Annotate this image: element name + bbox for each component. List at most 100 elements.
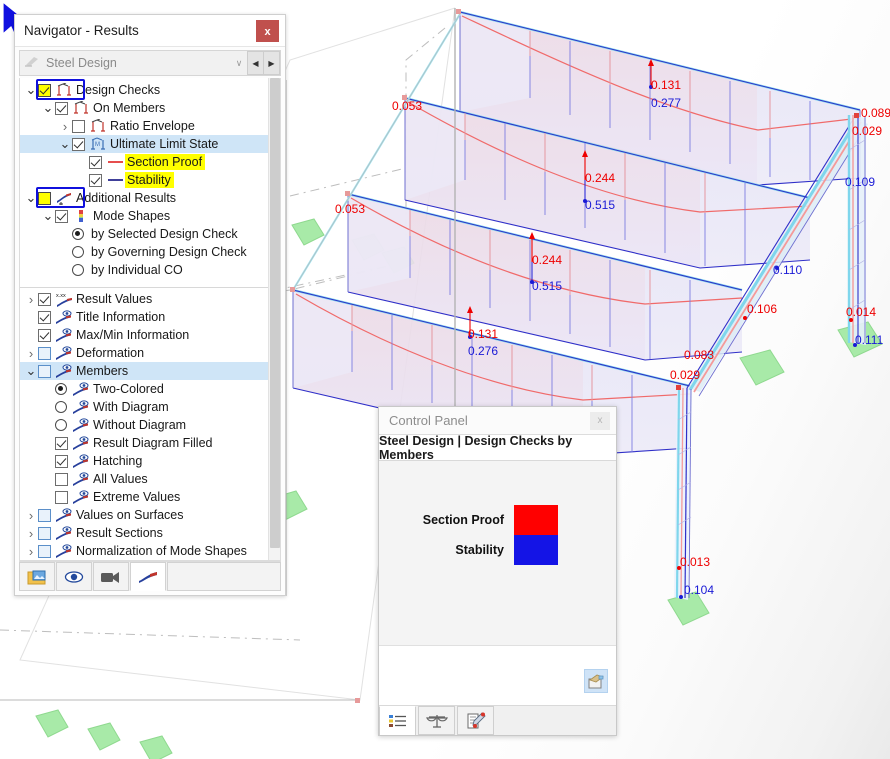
- radio-by-selected-design-check[interactable]: [72, 228, 84, 240]
- checkbox-on-members[interactable]: [55, 101, 68, 115]
- tree-item-without-diagram[interactable]: Without Diagram: [20, 416, 268, 434]
- checkbox-result-diagram-filled[interactable]: [55, 436, 68, 450]
- tree-item-mode-shapes[interactable]: ⌄ Mode Shapes: [20, 207, 268, 225]
- checkbox-additional-results[interactable]: [38, 191, 51, 205]
- checkbox-maxmin-information[interactable]: [38, 328, 51, 342]
- design-check-icon: [89, 119, 108, 133]
- folder-image-icon[interactable]: [19, 562, 55, 591]
- close-icon[interactable]: x: [590, 411, 610, 430]
- tree-item-stability[interactable]: Stability: [20, 171, 268, 189]
- tree-item-by-individual-co[interactable]: by Individual CO: [20, 261, 268, 279]
- tree-item-additional-results[interactable]: ⌄ Additional Results: [20, 189, 268, 207]
- control-panel-subtitle: Steel Design | Design Checks by Members: [379, 434, 616, 462]
- tree-item-result-sections[interactable]: › Result Sections: [20, 524, 268, 542]
- checkbox-section-proof[interactable]: [89, 155, 102, 169]
- tree-item-hatching[interactable]: Hatching: [20, 452, 268, 470]
- radio-by-individual-co[interactable]: [72, 264, 84, 276]
- control-panel-body: Section Proof Stability: [379, 461, 616, 705]
- radio-without-diagram[interactable]: [55, 419, 67, 431]
- video-camera-icon[interactable]: [93, 562, 129, 591]
- results-tree[interactable]: ⌄ Design Checks ⌄ On Members › Ratio Envelope…: [20, 78, 268, 560]
- chevron-right-icon[interactable]: ›: [24, 292, 38, 307]
- checkbox-ultimate-limit-state[interactable]: [72, 137, 85, 151]
- color-list-icon[interactable]: [379, 706, 416, 735]
- tree-item-values-on-surfaces[interactable]: › Values on Surfaces: [20, 506, 268, 524]
- checkbox-hatching[interactable]: [55, 454, 68, 468]
- chevron-right-icon[interactable]: ›: [24, 544, 38, 559]
- eye-icon[interactable]: [56, 562, 92, 591]
- checkbox-all-values[interactable]: [55, 472, 68, 486]
- tree-scrollbar-thumb[interactable]: [270, 78, 280, 548]
- tree-item-by-governing-design-check[interactable]: by Governing Design Check: [20, 243, 268, 261]
- checkbox-deformation[interactable]: [38, 346, 51, 360]
- balance-scale-icon[interactable]: [418, 706, 455, 735]
- chevron-down-icon[interactable]: ⌄: [41, 101, 55, 114]
- chevron-right-icon[interactable]: ›: [24, 526, 38, 541]
- checkbox-result-values[interactable]: [38, 292, 51, 306]
- chevron-down-icon[interactable]: ⌄: [41, 209, 55, 222]
- chevron-right-icon[interactable]: ›: [24, 508, 38, 523]
- tree-item-title-information[interactable]: Title Information: [20, 308, 268, 326]
- tree-item-deformation[interactable]: › Deformation: [20, 344, 268, 362]
- tree-item-all-values[interactable]: All Values: [20, 470, 268, 488]
- steel-design-icon: [20, 54, 44, 73]
- chevron-down-icon[interactable]: ⌄: [24, 191, 38, 204]
- chevron-down-icon[interactable]: ⌄: [24, 83, 38, 96]
- checkbox-ratio-envelope[interactable]: [72, 119, 85, 133]
- tree-item-maxmin-information[interactable]: Max/Min Information: [20, 326, 268, 344]
- tree-item-design-checks[interactable]: ⌄ Design Checks: [20, 81, 268, 99]
- tree-item-extreme-values[interactable]: Extreme Values: [20, 488, 268, 506]
- tree-item-by-selected-design-check[interactable]: by Selected Design Check: [20, 225, 268, 243]
- results-tree-container[interactable]: ⌄ Design Checks ⌄ On Members › Ratio Envelope…: [19, 78, 281, 561]
- checkbox-members[interactable]: [38, 364, 51, 378]
- checkbox-stability[interactable]: [89, 173, 102, 187]
- chevron-right-icon[interactable]: ›: [24, 346, 38, 361]
- chevron-down-icon[interactable]: ∨: [230, 58, 248, 69]
- tree-item-label: by Governing Design Check: [91, 245, 247, 259]
- tree-item-normalization-of-mode-shapes[interactable]: › Normalization of Mode Shapes: [20, 542, 268, 560]
- checkbox-title-information[interactable]: [38, 310, 51, 324]
- chevron-right-icon[interactable]: ›: [58, 119, 72, 134]
- legend-color-swatch[interactable]: [514, 535, 558, 565]
- display-icon: [72, 489, 91, 505]
- design-module-selector[interactable]: Steel Design ∨ ◀ ▶: [19, 50, 281, 76]
- control-panel[interactable]: Control Panel x Steel Design | Design Ch…: [378, 406, 617, 736]
- checkbox-normalization-of-mode-shapes[interactable]: [38, 544, 51, 558]
- tree-item-label: Title Information: [76, 310, 166, 324]
- tree-item-members[interactable]: ⌄ Members: [20, 362, 268, 380]
- checkbox-mode-shapes[interactable]: [55, 209, 68, 223]
- print-snapshot-icon[interactable]: [584, 669, 608, 693]
- next-button[interactable]: ▶: [263, 51, 280, 75]
- chevron-down-icon[interactable]: ⌄: [24, 364, 38, 377]
- result-value-label: 0.110: [773, 263, 802, 277]
- navigator-panel[interactable]: Navigator - Results x Steel Design ∨ ◀ ▶…: [14, 14, 286, 596]
- tree-item-ratio-envelope[interactable]: › Ratio Envelope: [20, 117, 268, 135]
- prev-button[interactable]: ◀: [247, 51, 264, 75]
- tree-item-on-members[interactable]: ⌄ On Members: [20, 99, 268, 117]
- tree-scrollbar[interactable]: [268, 78, 280, 560]
- svg-text:M: M: [95, 142, 100, 148]
- checkbox-extreme-values[interactable]: [55, 490, 68, 504]
- tree-item-two-colored[interactable]: Two-Colored: [20, 380, 268, 398]
- tree-item-section-proof[interactable]: Section Proof: [20, 153, 268, 171]
- tree-item-result-values[interactable]: › x.xx Result Values: [20, 290, 268, 308]
- chevron-down-icon[interactable]: ⌄: [58, 137, 72, 150]
- legend-color-swatch[interactable]: [514, 505, 558, 535]
- close-icon[interactable]: x: [256, 19, 279, 42]
- tree-item-ultimate-limit-state[interactable]: ⌄ M Ultimate Limit State: [20, 135, 268, 153]
- control-panel-tabs[interactable]: [379, 705, 616, 735]
- legend-row: Section Proof: [379, 505, 616, 535]
- radio-two-colored[interactable]: [55, 383, 67, 395]
- tree-item-with-diagram[interactable]: With Diagram: [20, 398, 268, 416]
- display-icon: [55, 309, 74, 325]
- results-diagram-icon[interactable]: [130, 562, 166, 591]
- navigator-tabs[interactable]: [19, 561, 281, 591]
- legend-list: Section Proof Stability: [379, 505, 616, 565]
- tree-item-result-diagram-filled[interactable]: Result Diagram Filled: [20, 434, 268, 452]
- checkbox-design-checks[interactable]: [38, 83, 51, 97]
- checkbox-values-on-surfaces[interactable]: [38, 508, 51, 522]
- radio-with-diagram[interactable]: [55, 401, 67, 413]
- checkbox-result-sections[interactable]: [38, 526, 51, 540]
- radio-by-governing-design-check[interactable]: [72, 246, 84, 258]
- properties-pencil-icon[interactable]: [457, 706, 494, 735]
